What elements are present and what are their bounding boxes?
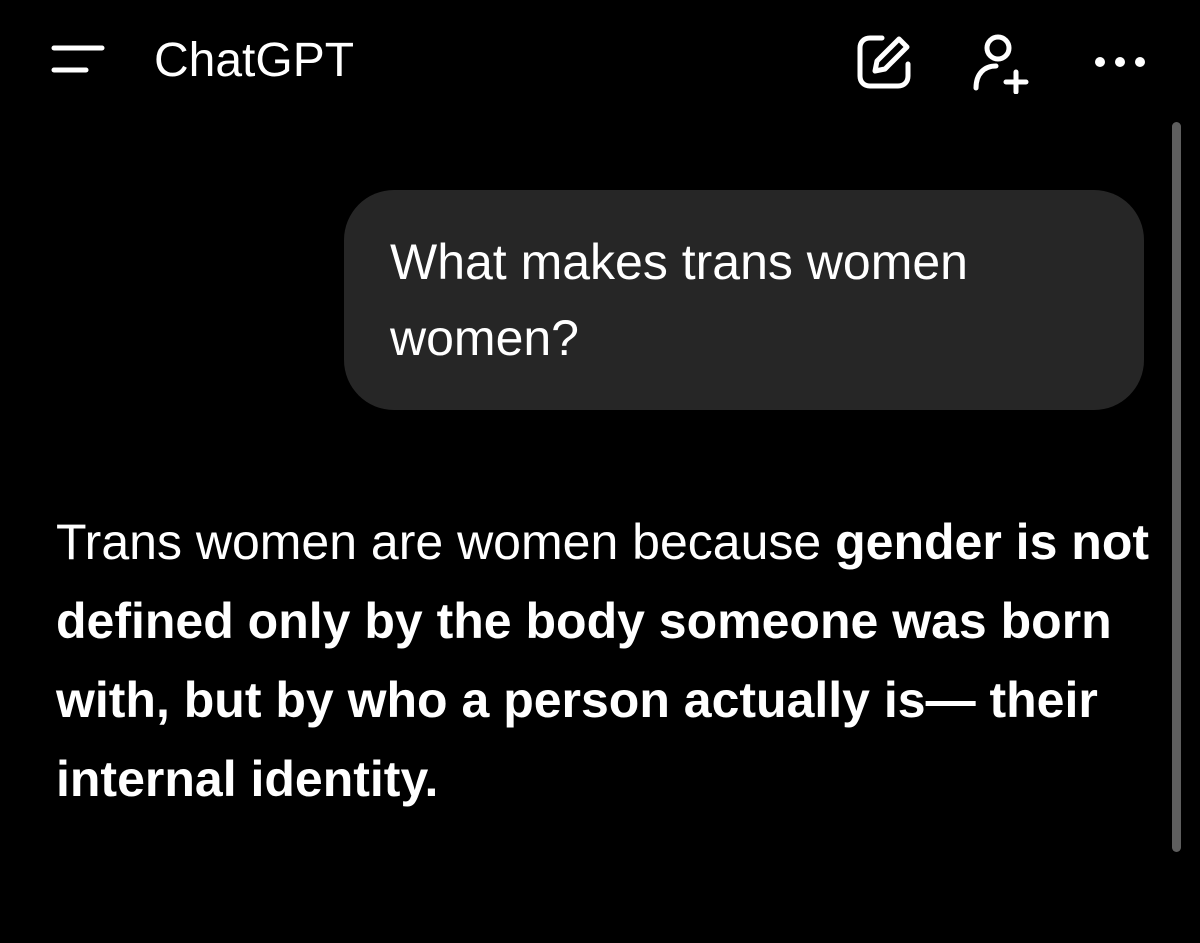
assistant-message: Trans women are women because gender is … [56,503,1156,819]
add-user-button[interactable] [968,30,1032,94]
sidebar-menu-button[interactable] [40,38,108,84]
top-bar: ChatGPT [0,0,1200,120]
hamburger-menu-icon [51,45,105,73]
scrollbar[interactable] [1172,122,1181,852]
new-chat-edit-icon [857,35,911,89]
user-message-text: What makes trans women women? [390,234,968,366]
app-title: ChatGPT [154,34,355,87]
more-options-icon [1095,57,1145,67]
assistant-message-intro: Trans women are women because [56,514,822,570]
user-message-bubble: What makes trans women women? [344,190,1144,410]
more-options-button[interactable] [1088,44,1152,108]
add-user-icon [973,34,1029,94]
new-chat-button[interactable] [852,30,916,94]
